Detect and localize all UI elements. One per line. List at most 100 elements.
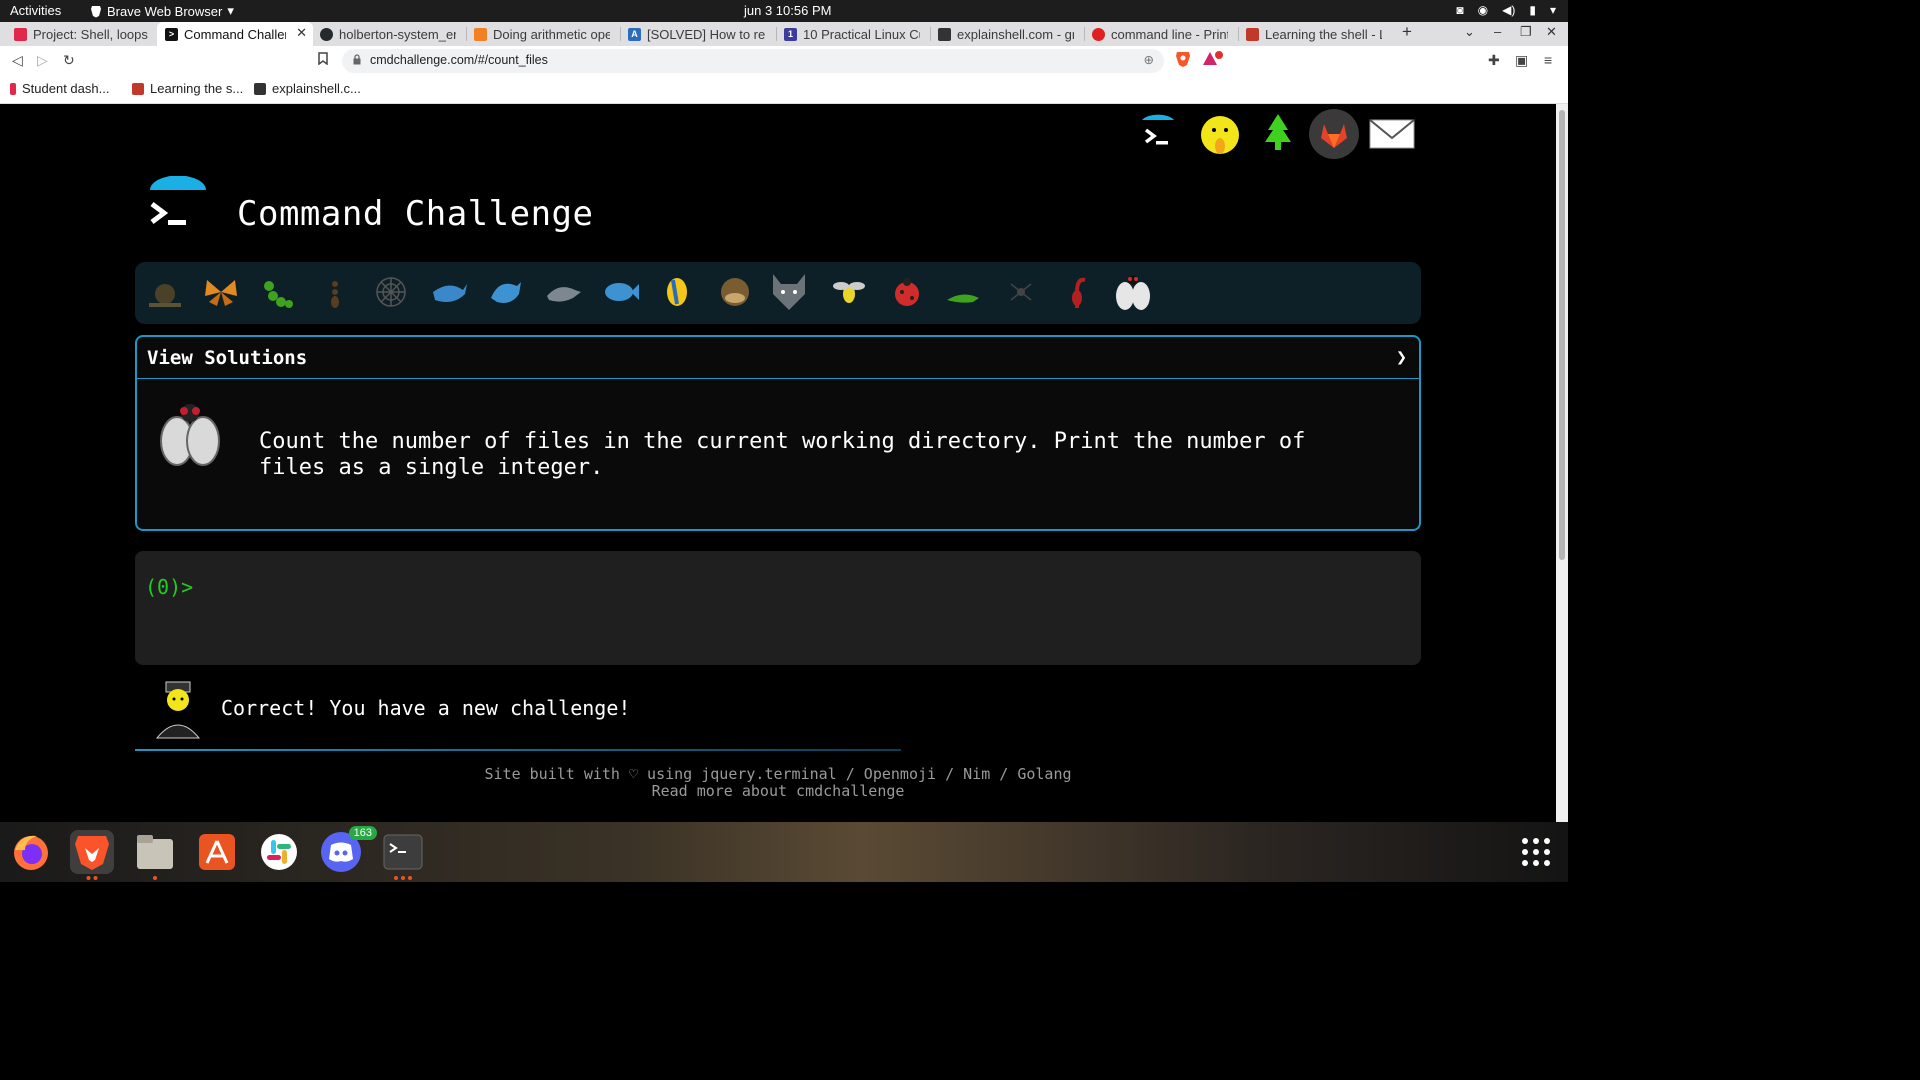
tab-label: holberton-system_eng [339, 26, 456, 42]
wallet-icon[interactable]: ▣ [1515, 52, 1528, 69]
github-icon [320, 27, 333, 41]
caterpillar-icon[interactable] [255, 270, 299, 314]
minimize-button[interactable]: – [1494, 24, 1501, 39]
blowfish-icon[interactable] [713, 270, 757, 314]
result-panel: Correct! You have a new challenge! [135, 674, 1421, 750]
chevron-down-icon[interactable]: ▾ [1550, 3, 1556, 17]
gitlab-icon[interactable] [1308, 108, 1360, 160]
site-favicon-icon: 1 [784, 27, 797, 41]
bookmark-icon[interactable] [318, 52, 328, 68]
terminal-icon[interactable] [381, 830, 425, 880]
dolphin-grey-icon[interactable] [541, 270, 585, 314]
firefox-icon[interactable] [9, 830, 53, 874]
fish-icon[interactable] [599, 270, 643, 314]
discord-icon[interactable]: 163 [319, 826, 377, 874]
view-solutions-label: View Solutions [147, 347, 308, 369]
app-menu[interactable]: Brave Web Browser ▾ [90, 3, 234, 19]
reload-button[interactable]: ↻ [63, 52, 75, 69]
wolf-icon[interactable] [767, 270, 811, 314]
app-center-icon[interactable] [195, 830, 239, 874]
system-top-bar: Activities Brave Web Browser ▾ jun 3 10:… [0, 0, 1568, 22]
bookmark-label: Student dash... [22, 81, 110, 96]
fly-icon[interactable] [1111, 270, 1155, 314]
bookmark-label: explainshell.c... [272, 81, 361, 96]
system-tray[interactable]: ◙ ◉ ◀) ▮ ▾ [1456, 3, 1556, 17]
bookmark-learning-shell[interactable]: Learning the s... [132, 81, 243, 96]
tab-linux-cut[interactable]: 1 10 Practical Linux Cut [776, 22, 928, 46]
forward-button[interactable]: ▷ [37, 52, 48, 69]
bookmark-explainshell[interactable]: explainshell.c... [254, 81, 361, 96]
footer: Site built with ♡ using jquery.terminal … [0, 766, 1556, 800]
page-scrollbar[interactable] [1556, 104, 1568, 822]
tab-search-chevron-icon[interactable]: ⌄ [1464, 24, 1475, 40]
discord-badge: 163 [348, 826, 377, 840]
bookmark-student-dashboard[interactable]: Student dash... [10, 81, 109, 96]
envelope-icon[interactable] [1366, 108, 1418, 160]
menu-icon[interactable]: ≡ [1544, 52, 1552, 68]
slack-icon[interactable] [257, 830, 301, 874]
tab-learning-shell[interactable]: Learning the shell - Le [1238, 22, 1390, 46]
whale-icon[interactable] [427, 270, 471, 314]
tab-solved-how-to[interactable]: A [SOLVED] How to rem [620, 22, 774, 46]
back-button[interactable]: ◁ [12, 52, 23, 69]
battery-icon[interactable]: ▮ [1529, 3, 1536, 17]
cricket-icon[interactable] [941, 270, 985, 314]
navigation-bar: ◁ ▷ ↻ cmdchallenge.com/#/count_files ⊕ ✚… [0, 46, 1568, 76]
tab-label: 10 Practical Linux Cut [803, 26, 920, 42]
shush-face-icon[interactable] [1194, 108, 1246, 160]
address-bar[interactable]: cmdchallenge.com/#/count_files ⊕ [342, 49, 1164, 73]
maximize-button[interactable]: ❐ [1520, 24, 1532, 40]
page-title: Command Challenge [237, 194, 594, 234]
close-window-button[interactable]: ✕ [1546, 24, 1557, 40]
discord-tray-icon[interactable]: ◙ [1456, 3, 1463, 17]
tree-icon[interactable] [1252, 108, 1304, 160]
brave-shields-icon[interactable] [1175, 50, 1191, 71]
tab-holberton-github[interactable]: holberton-system_eng [312, 22, 464, 46]
tab-strip: Project: Shell, loops, c > Command Chall… [0, 22, 1568, 46]
zoom-icon[interactable]: ⊕ [1144, 52, 1154, 67]
scrollbar-thumb[interactable] [1559, 110, 1565, 560]
scorpion-icon[interactable] [1055, 270, 1099, 314]
footer-credits[interactable]: Site built with ♡ using jquery.terminal … [0, 766, 1556, 783]
ladybug-icon[interactable] [885, 270, 929, 314]
bee-icon[interactable] [827, 270, 871, 314]
prompt: (0)> [145, 575, 194, 599]
tropical-fish-icon[interactable] [655, 270, 699, 314]
divider [135, 749, 901, 751]
tab-label: Doing arithmetic oper [493, 26, 610, 42]
lock-icon [353, 54, 361, 65]
stackoverflow-icon [474, 27, 487, 41]
brave-rewards-icon[interactable] [1202, 50, 1224, 71]
tab-explainshell[interactable]: explainshell.com - gre [930, 22, 1082, 46]
tab-arithmetic[interactable]: Doing arithmetic oper [466, 22, 618, 46]
activities-button[interactable]: Activities [10, 3, 61, 18]
files-icon[interactable] [133, 830, 177, 880]
bookmarks-bar: Student dash... Learning the s... explai… [0, 76, 1568, 104]
tab-command-challenge[interactable]: > Command Challenge ✕ [157, 22, 313, 46]
new-tab-button[interactable]: + [1402, 22, 1412, 42]
show-applications-icon[interactable] [1514, 830, 1558, 874]
terminal-icon[interactable] [1132, 108, 1184, 160]
dolphin-icon[interactable] [483, 270, 527, 314]
clock[interactable]: jun 3 10:56 PM [744, 3, 831, 18]
brave-icon[interactable] [70, 830, 114, 880]
view-solutions-toggle[interactable]: View Solutions ❯ [137, 337, 1419, 379]
wifi-icon[interactable]: ◉ [1478, 3, 1488, 17]
footer-read-more-link[interactable]: Read more about cmdchallenge [0, 783, 1556, 800]
tab-shell-loops[interactable]: Project: Shell, loops, c [6, 22, 156, 46]
tab-label: Project: Shell, loops, c [33, 26, 148, 42]
volume-icon[interactable]: ◀) [1502, 3, 1515, 17]
spiderweb-icon[interactable] [369, 270, 413, 314]
butterfly-icon[interactable] [199, 270, 243, 314]
tab-label: [SOLVED] How to rem [647, 26, 766, 42]
extensions-icon[interactable]: ✚ [1488, 52, 1500, 69]
terminal-input[interactable]: (0)> [135, 551, 1421, 665]
explainshell-icon [938, 27, 951, 41]
holberton-icon [14, 27, 27, 41]
snail-icon[interactable] [143, 270, 187, 314]
tab-askubuntu[interactable]: command line - Print a [1084, 22, 1236, 46]
ant-icon[interactable] [313, 270, 357, 314]
spider-icon[interactable] [999, 270, 1043, 314]
arch-icon: A [628, 27, 641, 41]
close-tab-icon[interactable]: ✕ [296, 25, 307, 41]
